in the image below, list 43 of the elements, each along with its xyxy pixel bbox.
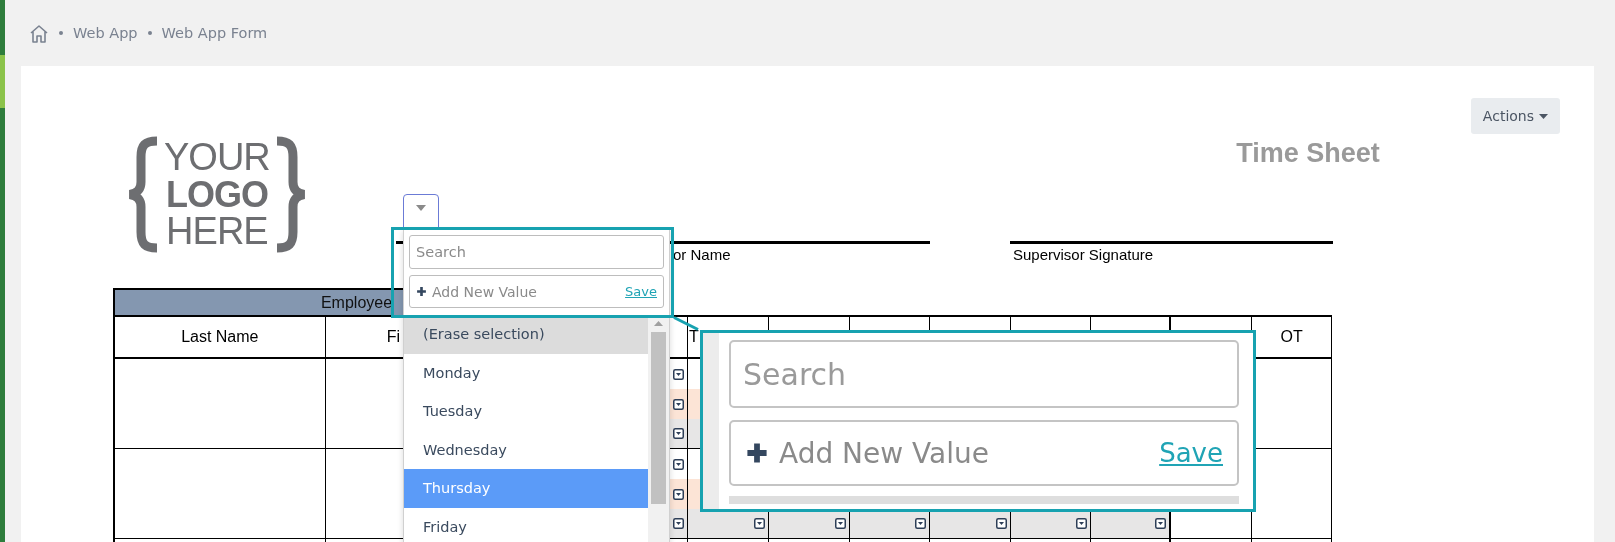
save-link[interactable]: Save xyxy=(625,284,657,299)
search-field[interactable]: Search xyxy=(409,235,664,269)
logo: YOUR LOGO HERE xyxy=(126,136,308,253)
dropdown-option[interactable]: Thursday xyxy=(404,469,648,508)
dropdown-icon[interactable] xyxy=(673,518,685,529)
dropdown-icon[interactable] xyxy=(753,518,765,529)
dropdown-option[interactable]: Friday xyxy=(404,507,648,542)
scrollbar[interactable] xyxy=(648,315,669,542)
breadcrumb-link[interactable]: Web App Form xyxy=(161,25,268,41)
plus-icon xyxy=(416,286,427,297)
form-title: Time Sheet xyxy=(1236,138,1380,169)
save-link[interactable]: Save xyxy=(1159,438,1223,468)
dropdown-icon[interactable] xyxy=(673,458,685,470)
dropdown-icon[interactable] xyxy=(1155,518,1167,529)
dropdown-icon[interactable] xyxy=(834,518,846,529)
actions-button[interactable]: Actions xyxy=(1470,98,1560,134)
dropdown-icon[interactable] xyxy=(673,368,685,380)
dropdown-option[interactable]: Wednesday xyxy=(404,430,648,469)
signature-label: or Name xyxy=(673,246,731,263)
scrollbar[interactable] xyxy=(729,496,1239,504)
column-heading: Last Name xyxy=(181,328,259,346)
leader-line xyxy=(673,316,699,331)
dropdown-icon[interactable] xyxy=(673,488,685,500)
signature-label: Supervisor Signature xyxy=(1013,246,1154,263)
search-field[interactable]: Search xyxy=(729,340,1239,408)
add-value-field[interactable]: Add New Value Save xyxy=(409,275,664,308)
breadcrumb-link[interactable]: Web App xyxy=(73,25,138,41)
column-heading: T xyxy=(689,328,699,346)
dropdown-icon[interactable] xyxy=(914,518,926,529)
dropdown-option[interactable]: (Erase selection) xyxy=(404,315,648,354)
dropdown-option[interactable]: Tuesday xyxy=(404,392,648,431)
dropdown-icon[interactable] xyxy=(673,398,685,410)
dropdown-icon[interactable] xyxy=(995,518,1007,529)
column-heading: OT xyxy=(1280,328,1303,346)
plus-icon xyxy=(745,441,769,465)
dropdown-icon[interactable] xyxy=(1076,518,1088,529)
column-heading: Fi xyxy=(386,328,400,346)
home-icon[interactable] xyxy=(29,23,49,43)
caret-icon xyxy=(416,205,426,211)
dropdown-icon[interactable] xyxy=(673,428,685,439)
dropdown-option[interactable]: Monday xyxy=(404,353,648,392)
add-value-field[interactable]: Add New Value Save xyxy=(729,420,1239,486)
caret-icon xyxy=(1539,113,1548,119)
